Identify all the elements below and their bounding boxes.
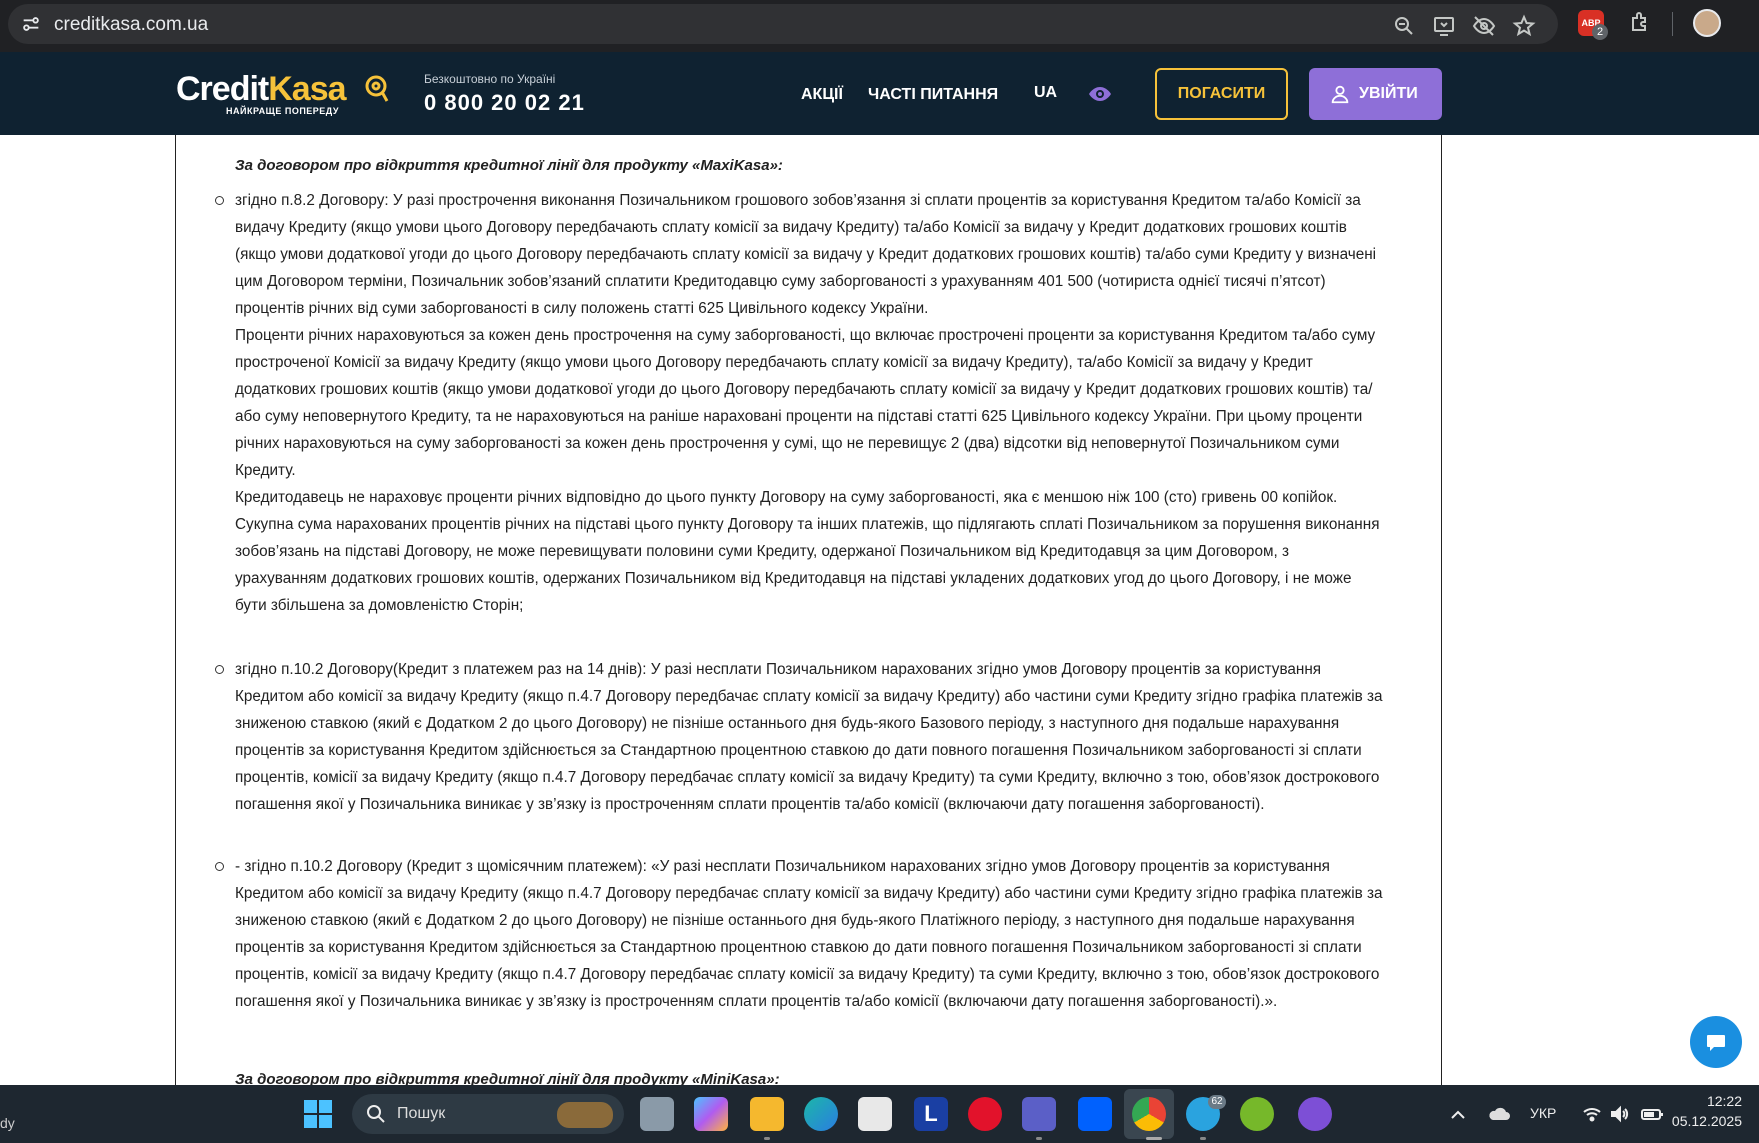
toolbar-separator — [1672, 12, 1673, 36]
bullet-marker — [215, 196, 224, 205]
teams-icon[interactable] — [1022, 1097, 1056, 1131]
url-text[interactable]: creditkasa.com.ua — [54, 14, 208, 36]
copilot-icon[interactable] — [694, 1097, 728, 1131]
list-item: згідно п.10.2 Договору(Кредит з платежем… — [215, 656, 1385, 818]
user-icon — [1331, 85, 1349, 104]
paragraph: Кредитодавець не нараховує проценти річн… — [235, 489, 1380, 614]
phone-caption: Безкоштовно по Україні — [424, 72, 556, 86]
logo-wordmark: CreditKasa — [176, 70, 347, 108]
opera-icon[interactable] — [968, 1097, 1002, 1131]
login-label: УВІЙТИ — [1359, 85, 1418, 102]
phone-number[interactable]: 0 800 20 02 21 — [424, 90, 585, 116]
running-indicator — [1146, 1137, 1162, 1140]
extensions-puzzle-icon[interactable] — [1628, 10, 1652, 34]
store-icon[interactable] — [858, 1097, 892, 1131]
clock-time[interactable]: 12:22 — [1682, 1093, 1742, 1109]
accessibility-eye-icon[interactable] — [1088, 84, 1112, 104]
install-app-icon[interactable] — [1432, 14, 1456, 38]
chrome-icon[interactable] — [1132, 1097, 1166, 1131]
search-placeholder: Пошук — [397, 1105, 446, 1122]
site-info-icon[interactable] — [20, 13, 42, 35]
running-indicator — [1200, 1137, 1206, 1140]
section-heading-maxikasa: За договором про відкриття кредитної лін… — [235, 157, 783, 174]
login-button[interactable]: УВІЙТИ — [1309, 68, 1442, 120]
onedrive-cloud-icon[interactable] — [1487, 1105, 1511, 1123]
running-indicator — [764, 1137, 770, 1140]
address-bar[interactable]: creditkasa.com.ua — [8, 4, 1558, 44]
document-content: За договором про відкриття кредитної лін… — [175, 135, 1442, 1088]
search-highlight-image — [557, 1102, 613, 1128]
folder-icon[interactable] — [750, 1097, 784, 1131]
chat-bubble-icon — [1707, 1035, 1725, 1051]
creditkasa-logo[interactable]: CreditKasa НАЙКРАЩЕ ПОПЕРЕДУ — [176, 70, 347, 116]
chevron-up-icon[interactable] — [1448, 1105, 1468, 1123]
browser-toolbar: creditkasa.com.ua ABP 2 — [0, 0, 1759, 52]
l-app-icon[interactable]: L — [914, 1097, 948, 1131]
taskbar-search[interactable]: Пошук — [352, 1094, 624, 1134]
bullet-marker — [215, 665, 224, 674]
volume-icon[interactable] — [1610, 1105, 1630, 1123]
running-indicator — [1036, 1137, 1042, 1140]
file-explorer-icon[interactable] — [640, 1097, 674, 1131]
pay-button[interactable]: ПОГАСИТИ — [1155, 68, 1288, 120]
dropbox-icon[interactable] — [1078, 1097, 1112, 1131]
paragraph: згідно п.8.2 Договору: У разі прострочен… — [235, 192, 1377, 317]
zoom-icon[interactable] — [1392, 14, 1416, 38]
chat-widget-button[interactable] — [1690, 1016, 1742, 1068]
edge-icon[interactable] — [804, 1097, 838, 1131]
clock-date[interactable]: 05.12.2025 — [1652, 1113, 1742, 1129]
telegram-unread-badge: 62 — [1208, 1095, 1226, 1109]
logo-mark-icon — [365, 75, 389, 102]
windows-start-icon[interactable] — [303, 1099, 333, 1129]
profile-avatar[interactable] — [1693, 9, 1721, 37]
wifi-icon[interactable] — [1582, 1105, 1602, 1123]
language-switch[interactable]: UA — [1034, 84, 1057, 102]
list-item: - згідно п.10.2 Договору (Кредит з щоміс… — [215, 853, 1385, 1015]
eye-off-icon[interactable] — [1472, 14, 1496, 38]
site-header: CreditKasa НАЙКРАЩЕ ПОПЕРЕДУ Безкоштовно… — [0, 52, 1759, 135]
utorrent-icon[interactable] — [1240, 1097, 1274, 1131]
paragraph: Проценти річних нараховуються за кожен д… — [235, 327, 1376, 479]
bullet-marker — [215, 862, 224, 871]
extension-count-badge: 2 — [1592, 24, 1608, 40]
viber-icon[interactable] — [1298, 1097, 1332, 1131]
list-item: згідно п.8.2 Договору: У разі прострочен… — [215, 187, 1385, 619]
input-language[interactable]: УКР — [1530, 1105, 1556, 1121]
taskbar-left-text: dy — [0, 1115, 15, 1131]
bookmark-star-icon[interactable] — [1512, 14, 1536, 38]
paragraph: згідно п.10.2 Договору(Кредит з платежем… — [235, 661, 1383, 813]
windows-taskbar: dy Пошук L 62 УКР 12:22 05.12.2025 — [0, 1085, 1759, 1143]
paragraph: - згідно п.10.2 Договору (Кредит з щоміс… — [235, 858, 1383, 1010]
nav-promotions[interactable]: АКЦІЇ — [801, 86, 843, 104]
search-icon — [367, 1105, 385, 1123]
nav-faq[interactable]: ЧАСТІ ПИТАННЯ — [868, 86, 998, 104]
logo-tagline: НАЙКРАЩЕ ПОПЕРЕДУ — [226, 106, 339, 116]
